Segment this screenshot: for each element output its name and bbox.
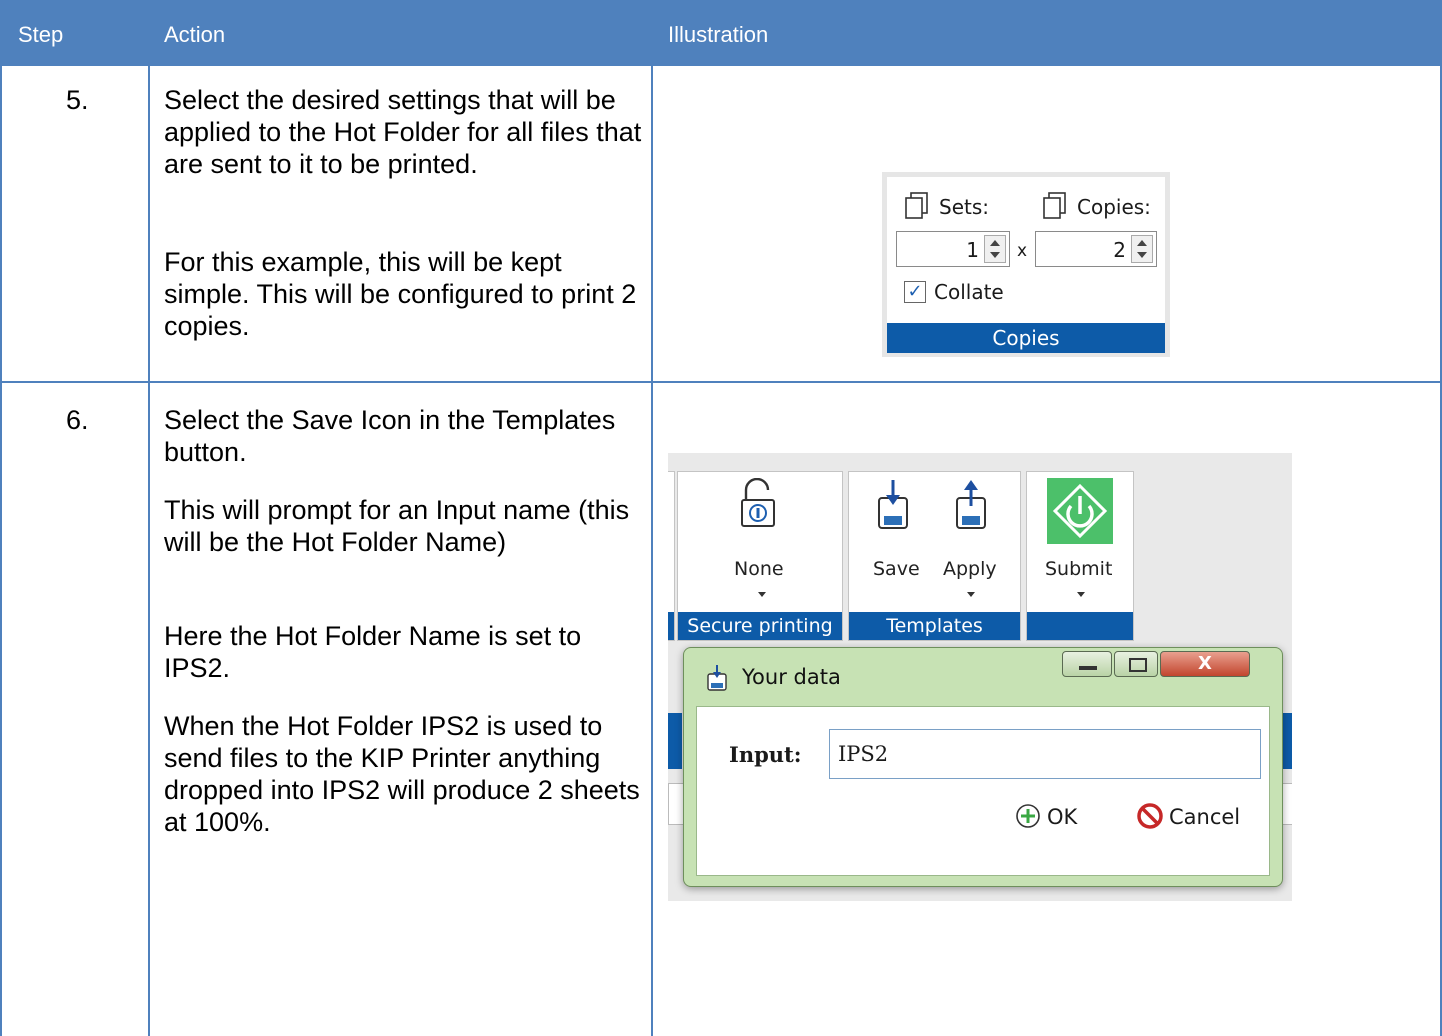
apply-template-label: Apply	[943, 558, 997, 580]
table-divider-step	[148, 66, 150, 1036]
header-action: Action	[164, 22, 226, 47]
save-down-arrow-icon	[878, 480, 908, 529]
apply-up-arrow-icon	[956, 480, 986, 529]
templates-group: Save Apply Templates	[848, 471, 1021, 641]
save-down-arrow-icon	[707, 665, 727, 691]
close-icon: X	[1198, 653, 1212, 674]
chevron-down-icon	[967, 592, 975, 597]
cancel-label: Cancel	[1169, 805, 1241, 829]
sets-stepper[interactable]: 1	[896, 231, 1010, 267]
sets-value: 1	[966, 238, 979, 262]
minimize-icon	[1079, 666, 1097, 670]
row-divider	[0, 381, 1442, 383]
copies-icon	[1043, 192, 1066, 219]
ok-button[interactable]: OK	[1015, 799, 1095, 833]
collate-checkbox[interactable]: ✓	[904, 281, 926, 303]
secure-none-label: None	[734, 558, 784, 580]
table-border-left	[0, 66, 2, 1036]
cancel-button[interactable]: Cancel	[1137, 799, 1257, 833]
apply-template-button[interactable]: Apply	[937, 478, 1011, 598]
copies-panel: Sets: Copies: 1 x 2 ✓ Collate Copies	[882, 172, 1170, 357]
chevron-down-icon	[758, 592, 766, 597]
save-template-label: Save	[873, 558, 920, 580]
submit-button[interactable]: Submit	[1037, 478, 1125, 598]
plus-circle-icon	[1016, 804, 1040, 828]
input-label: Input:	[729, 742, 802, 767]
step6-paragraph-1: Select the Save Icon in the Templates bu…	[164, 405, 616, 467]
dialog-body: Input: IPS2 OK Cancel	[696, 706, 1270, 876]
secure-printing-group: None Secure printing	[677, 471, 843, 641]
close-button[interactable]: X	[1160, 651, 1250, 677]
sets-icon	[905, 192, 928, 219]
secure-none-button[interactable]: None	[708, 478, 818, 598]
header-illustration: Illustration	[668, 22, 769, 47]
header-step: Step	[18, 22, 64, 47]
step5-paragraph-2: For this example, this will be kept simp…	[164, 247, 637, 341]
multiply-sign: x	[1017, 241, 1028, 261]
sets-label: Sets:	[939, 195, 989, 219]
your-data-dialog: Your data X Input: IPS2 OK Cancel	[683, 647, 1283, 887]
maximize-button[interactable]	[1114, 651, 1158, 677]
dialog-title: Your data	[742, 665, 841, 689]
step6-paragraph-3: Here the Hot Folder Name is set to IPS2.	[164, 621, 582, 683]
ok-label: OK	[1047, 805, 1078, 829]
table-header: Step Action Illustration	[0, 0, 1442, 66]
padlock-open-icon	[741, 478, 775, 527]
copies-value: 2	[1113, 238, 1126, 262]
step6-paragraph-2: This will prompt for an Input name (this…	[164, 495, 630, 557]
step-number: 6.	[66, 405, 89, 435]
secure-printing-group-label: Secure printing	[678, 612, 842, 640]
submit-group: Submit	[1026, 471, 1134, 641]
chevron-down-icon	[1077, 592, 1085, 597]
copies-spin-arrows[interactable]	[1131, 235, 1153, 263]
copies-stepper[interactable]: 2	[1035, 231, 1157, 267]
templates-group-label: Templates	[849, 612, 1020, 640]
sets-spin-arrows[interactable]	[984, 235, 1006, 263]
submit-icon	[1047, 478, 1113, 544]
input-value: IPS2	[838, 742, 889, 766]
submit-group-footer	[1027, 612, 1133, 640]
step5-paragraph-1: Select the desired settings that will be…	[164, 85, 642, 179]
maximize-icon	[1129, 658, 1147, 672]
submit-label: Submit	[1045, 558, 1113, 580]
table-divider-action	[651, 66, 653, 1036]
collate-label: Collate	[934, 280, 1004, 304]
copies-label: Copies:	[1077, 195, 1151, 219]
copies-group-label: Copies	[887, 323, 1165, 353]
input-field[interactable]: IPS2	[829, 729, 1261, 779]
save-template-button[interactable]: Save	[861, 478, 927, 598]
minimize-button[interactable]	[1062, 651, 1112, 677]
cancel-icon	[1137, 803, 1163, 829]
step-number: 5.	[66, 85, 89, 115]
step6-paragraph-4: When the Hot Folder IPS2 is used to send…	[164, 711, 640, 837]
